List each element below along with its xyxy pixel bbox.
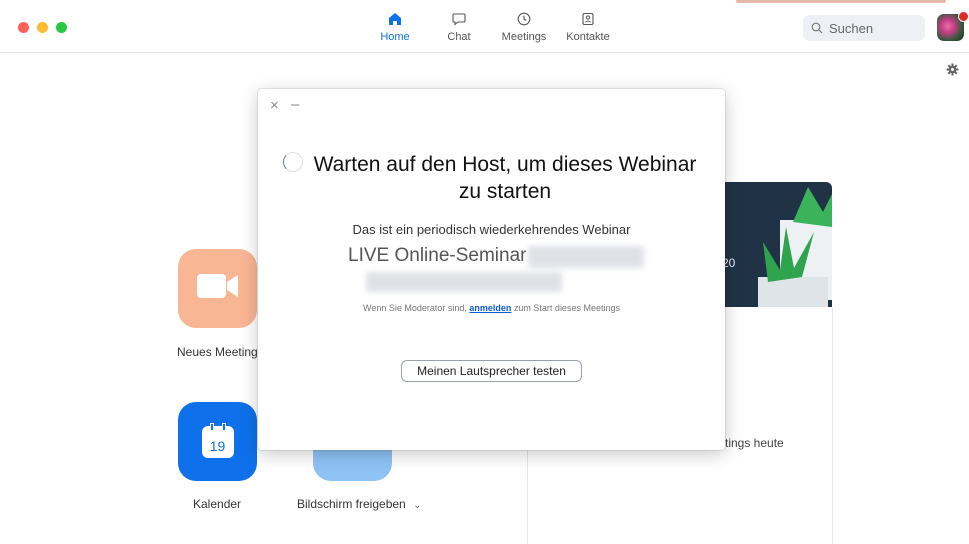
hint-text-after: zum Start dieses Meetings [511,303,620,313]
waiting-for-host-dialog: × – Warten auf den Host, um dieses Webin… [258,89,725,450]
new-meeting-label: Neues Meeting [177,345,258,359]
window-close-button[interactable] [18,22,29,33]
tab-home[interactable]: Home [365,10,425,43]
tab-chat-label: Chat [447,31,471,43]
window-maximize-button[interactable] [56,22,67,33]
tab-meetings[interactable]: Meetings [494,10,554,43]
redacted-text [366,272,562,292]
close-icon[interactable]: × [270,97,279,114]
contacts-icon [558,10,618,28]
meetings-today-text: tings heute [725,436,784,450]
tab-contacts[interactable]: Kontakte [558,10,618,43]
video-camera-icon [196,273,239,304]
avatar-notification-dot [958,11,969,22]
hint-text-before: Wenn Sie Moderator sind, [363,303,470,313]
tab-home-label: Home [380,31,410,43]
tab-chat[interactable]: Chat [429,10,489,43]
share-screen-label[interactable]: Bildschirm freigeben ⌄ [297,497,421,511]
new-meeting-button[interactable] [178,249,257,328]
loading-spinner-icon [283,152,303,172]
chevron-down-icon[interactable]: ⌄ [413,500,421,511]
chat-icon [429,10,489,28]
tab-meetings-label: Meetings [501,31,547,43]
plant-illustration [758,187,832,307]
window-minimize-button[interactable] [37,22,48,33]
calendar-button[interactable]: 19 [178,402,257,481]
calendar-icon: 19 [201,422,234,458]
webinar-name: LIVE Online-Seminar [348,245,527,266]
top-bar: Home Chat Meetings Kontakte Suchen [0,0,969,53]
redacted-text [528,246,644,268]
home-icon [365,10,425,28]
gear-icon[interactable] [946,63,959,81]
clock-icon [494,10,554,28]
sign-in-link[interactable]: anmelden [469,303,511,313]
dialog-title: Warten auf den Host, um dieses Webinar z… [313,153,697,203]
test-speaker-button[interactable]: Meinen Lautsprecher testen [401,360,582,382]
search-icon [811,22,823,34]
dialog-subtitle: Das ist ein periodisch wiederkehrendes W… [352,222,631,237]
calendar-label: Kalender [193,497,242,511]
divider [832,308,833,544]
minimize-icon[interactable]: – [291,96,299,113]
moderator-hint: Wenn Sie Moderator sind, anmelden zum St… [258,303,725,313]
calendar-day: 19 [209,437,226,454]
search-input[interactable]: Suchen [803,15,925,41]
share-screen-label-text: Bildschirm freigeben [297,497,406,511]
notification-strip [736,0,946,3]
tab-contacts-label: Kontakte [566,31,610,43]
search-placeholder: Suchen [829,20,874,36]
